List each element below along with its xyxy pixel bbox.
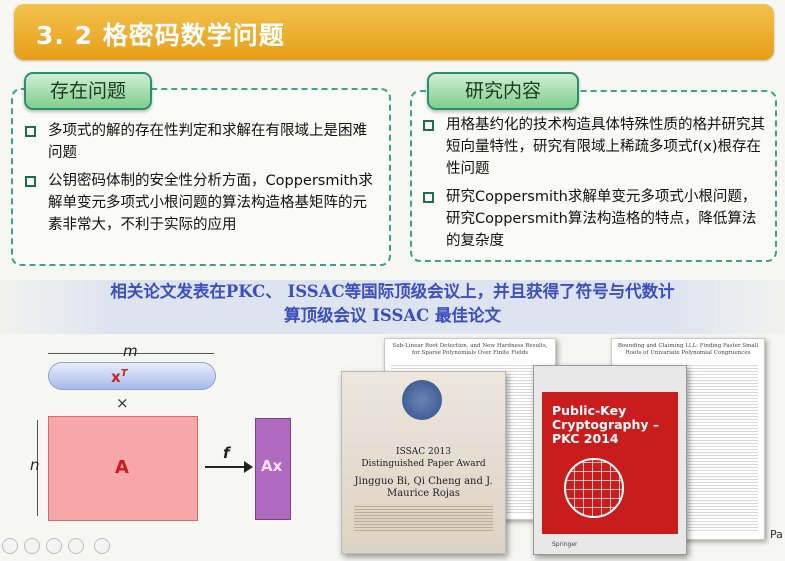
slide: 3. 2 格密码数学问题 存在问题 多项式的解的存在性判定和求解在有限域上是困难… [0,0,785,561]
square-bullet-icon [423,120,434,131]
arrow-head-icon [244,461,253,473]
result-Ax: Ax [255,418,291,520]
award-fine-print [354,504,493,532]
award-certificate-image: ISSAC 2013 Distinguished Paper Award Jin… [341,371,506,554]
times-symbol: × [116,394,129,412]
matrix-diagram: m xT × n A f Ax [30,340,300,530]
zoom-icon[interactable] [68,538,84,554]
publisher-label: Springer [552,541,578,548]
matrix-A-label: A [115,457,129,478]
award-title: ISSAC 2013 Distinguished Paper Award [361,447,486,469]
previous-icon[interactable] [2,538,18,554]
list-item: 研究Coppersmith求解单变元多项式小根问题，研究Coppersmith算… [420,186,766,252]
pen-icon[interactable] [24,538,40,554]
existing-problems-list: 多项式的解的存在性判定和求解在有限域上是困难问题 公钥密码体制的安全性分析方面，… [22,120,378,242]
m-label: m [123,342,138,360]
seal-icon [402,380,442,420]
slideshow-toolbar[interactable] [0,534,130,556]
paper-title: Sub-Linear Root Detection, and New Hardn… [392,343,548,356]
paper-title: Bounding and Claiming LLL: Finding Faste… [617,343,759,356]
award-recipients: Jingguo Bi, Qi Cheng and J. Maurice Roja… [354,476,493,499]
page-marker: Pa [770,528,783,541]
n-label: n [30,456,40,474]
title-bar: 3. 2 格密码数学问题 [14,4,774,60]
highlight-line-2: 算顶级会议 ISSAC 最佳论文 [283,306,502,325]
list-item: 用格基约化的技术构造具体特殊性质的格并研究其短向量特性，研究有限域上稀疏多项式f… [420,114,766,180]
result-Ax-label: Ax [261,457,283,475]
book-cover-image: Public-Key Cryptography – PKC 2014 Sprin… [533,365,687,555]
bullet-text: 用格基约化的技术构造具体特殊性质的格并研究其短向量特性，研究有限域上稀疏多项式f… [446,117,765,177]
book-title: Public-Key Cryptography – PKC 2014 [552,403,660,446]
list-item: 多项式的解的存在性判定和求解在有限域上是困难问题 [22,120,378,164]
existing-problems-tag: 存在问题 [24,72,152,110]
bullet-text: 研究Coppersmith求解单变元多项式小根问题，研究Coppersmith算… [446,189,757,249]
publication-highlight: 相关论文发表在PKC、 ISSAC等国际顶级会议上，并且获得了符号与代数计 算顶… [0,280,785,334]
x-transpose-label: xT [111,368,128,386]
matrix-A: A [48,416,198,521]
square-bullet-icon [423,192,434,203]
square-bullet-icon [25,126,36,137]
globe-icon [564,458,624,518]
bullet-text: 公钥密码体制的安全性分析方面，Coppersmith求解单变元多项式小根问题的算… [48,173,373,233]
slides-icon[interactable] [46,538,62,554]
more-options-icon[interactable] [94,538,110,554]
f-label: f [223,444,230,462]
square-bullet-icon [25,176,36,187]
vector-x-transpose [48,362,216,390]
f-arrow [205,466,247,468]
slide-title: 3. 2 格密码数学问题 [36,21,285,50]
bullet-text: 多项式的解的存在性判定和求解在有限域上是困难问题 [48,123,367,161]
research-content-tag: 研究内容 [427,72,579,110]
research-content-list: 用格基约化的技术构造具体特殊性质的格并研究其短向量特性，研究有限域上稀疏多项式f… [420,114,766,258]
highlight-line-1: 相关论文发表在PKC、 ISSAC等国际顶级会议上，并且获得了符号与代数计 [110,282,675,301]
list-item: 公钥密码体制的安全性分析方面，Coppersmith求解单变元多项式小根问题的算… [22,170,378,236]
